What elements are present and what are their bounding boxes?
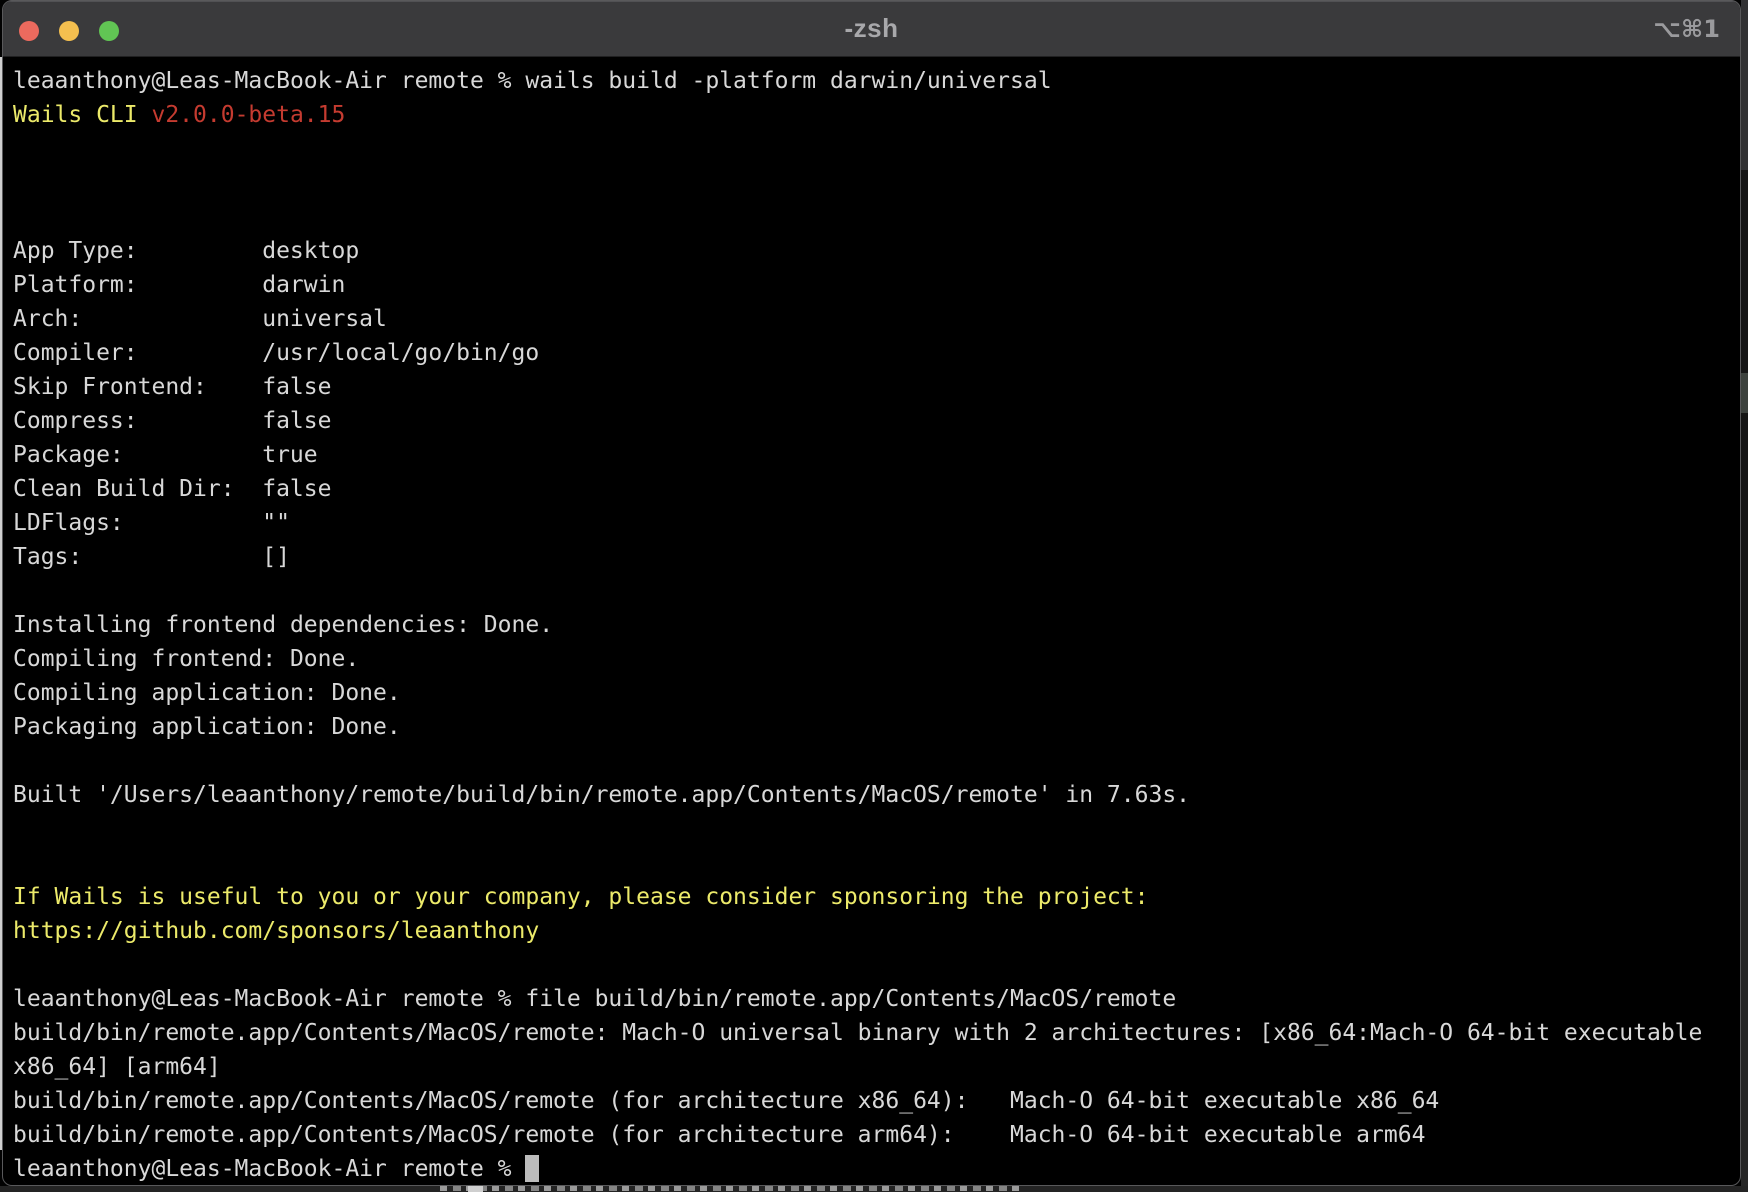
option-value: /usr/local/go/bin/go bbox=[262, 340, 539, 366]
blank-line bbox=[13, 744, 1730, 778]
sponsor-message-line: If Wails is useful to you or your compan… bbox=[13, 880, 1730, 914]
option-value: [] bbox=[262, 544, 290, 570]
option-label: Tags: bbox=[13, 540, 262, 574]
blank-line bbox=[13, 166, 1730, 200]
background-window-patch bbox=[1741, 770, 1748, 1192]
blank-line bbox=[13, 846, 1730, 880]
file-output-line: x86_64] [arm64] bbox=[13, 1050, 1730, 1084]
traffic-lights bbox=[19, 21, 119, 41]
status-line: Packaging application: Done. bbox=[13, 710, 1730, 744]
zoom-button[interactable] bbox=[99, 21, 119, 41]
option-value: "" bbox=[262, 510, 290, 536]
file-output-text: build/bin/remote.app/Contents/MacOS/remo… bbox=[13, 1088, 1439, 1114]
blank-line bbox=[13, 948, 1730, 982]
build-option-row: Clean Build Dir:false bbox=[13, 472, 1730, 506]
clipped-text-sliver bbox=[440, 1186, 1020, 1191]
build-option-row: Platform:darwin bbox=[13, 268, 1730, 302]
status-text: Installing frontend dependencies: Done. bbox=[13, 612, 553, 638]
status-line: Installing frontend dependencies: Done. bbox=[13, 608, 1730, 642]
prompt-text: leaanthony@Leas-MacBook-Air remote % bbox=[13, 1156, 525, 1182]
sponsor-url-line: https://github.com/sponsors/leaanthony bbox=[13, 914, 1730, 948]
option-value: false bbox=[262, 476, 331, 502]
option-label: Compiler: bbox=[13, 336, 262, 370]
command-text: leaanthony@Leas-MacBook-Air remote % wai… bbox=[13, 68, 1052, 94]
status-text: Compiling frontend: Done. bbox=[13, 646, 359, 672]
terminal-screen[interactable]: leaanthony@Leas-MacBook-Air remote % wai… bbox=[3, 58, 1740, 1185]
minimize-button[interactable] bbox=[59, 21, 79, 41]
blank-line bbox=[13, 132, 1730, 166]
file-output-text: x86_64] [arm64] bbox=[13, 1054, 221, 1080]
command-text: leaanthony@Leas-MacBook-Air remote % fil… bbox=[13, 986, 1176, 1012]
option-label: App Type: bbox=[13, 234, 262, 268]
terminal-cursor[interactable] bbox=[525, 1155, 539, 1182]
background-window-bottom-sliver bbox=[0, 1186, 1748, 1192]
option-value: true bbox=[262, 442, 317, 468]
wails-version-line: Wails CLI v2.0.0-beta.15 bbox=[13, 98, 1730, 132]
status-line: Compiling frontend: Done. bbox=[13, 642, 1730, 676]
background-window-right-sliver bbox=[1741, 0, 1748, 1192]
blank-line bbox=[13, 574, 1730, 608]
file-output-text: build/bin/remote.app/Contents/MacOS/remo… bbox=[13, 1122, 1425, 1148]
window-shortcut-badge: ⌥⌘1 bbox=[1653, 15, 1720, 43]
build-option-row: Arch:universal bbox=[13, 302, 1730, 336]
option-label: Platform: bbox=[13, 268, 262, 302]
option-label: Skip Frontend: bbox=[13, 370, 262, 404]
build-option-row: LDFlags:"" bbox=[13, 506, 1730, 540]
clipped-cursor-sliver bbox=[468, 1186, 483, 1192]
close-button[interactable] bbox=[19, 21, 39, 41]
file-output-line: build/bin/remote.app/Contents/MacOS/remo… bbox=[13, 1084, 1730, 1118]
blank-line bbox=[13, 200, 1730, 234]
build-option-row: Tags:[] bbox=[13, 540, 1730, 574]
wails-version: v2.0.0-beta.15 bbox=[151, 102, 345, 128]
blank-line bbox=[13, 812, 1730, 846]
status-text: Packaging application: Done. bbox=[13, 714, 401, 740]
prompt-command-line: leaanthony@Leas-MacBook-Air remote % fil… bbox=[13, 982, 1730, 1016]
option-value: false bbox=[262, 374, 331, 400]
build-option-row: Skip Frontend:false bbox=[13, 370, 1730, 404]
option-label: Package: bbox=[13, 438, 262, 472]
file-output-line: build/bin/remote.app/Contents/MacOS/remo… bbox=[13, 1016, 1730, 1050]
file-output-line: build/bin/remote.app/Contents/MacOS/remo… bbox=[13, 1118, 1730, 1152]
sponsor-url: https://github.com/sponsors/leaanthony bbox=[13, 918, 539, 944]
sponsor-message-text: If Wails is useful to you or your compan… bbox=[13, 884, 1148, 910]
background-window-patch bbox=[1741, 373, 1748, 413]
option-value: desktop bbox=[262, 238, 359, 264]
window-titlebar[interactable]: -zsh ⌥⌘1 bbox=[3, 1, 1740, 57]
active-prompt-line: leaanthony@Leas-MacBook-Air remote % bbox=[13, 1152, 1730, 1186]
built-result-text: Built '/Users/leaanthony/remote/build/bi… bbox=[13, 782, 1190, 808]
option-value: universal bbox=[262, 306, 387, 332]
option-value: darwin bbox=[262, 272, 345, 298]
build-option-row: Compiler:/usr/local/go/bin/go bbox=[13, 336, 1730, 370]
option-value: false bbox=[262, 408, 331, 434]
wails-cli-label: Wails CLI bbox=[13, 102, 151, 128]
built-result-line: Built '/Users/leaanthony/remote/build/bi… bbox=[13, 778, 1730, 812]
option-label: Clean Build Dir: bbox=[13, 472, 262, 506]
build-option-row: App Type:desktop bbox=[13, 234, 1730, 268]
status-line: Compiling application: Done. bbox=[13, 676, 1730, 710]
option-label: Arch: bbox=[13, 302, 262, 336]
file-output-text: build/bin/remote.app/Contents/MacOS/remo… bbox=[13, 1020, 1716, 1046]
build-option-row: Compress:false bbox=[13, 404, 1730, 438]
prompt-command-line: leaanthony@Leas-MacBook-Air remote % wai… bbox=[13, 64, 1730, 98]
option-label: LDFlags: bbox=[13, 506, 262, 540]
status-text: Compiling application: Done. bbox=[13, 680, 401, 706]
background-window-patch bbox=[1741, 0, 1748, 170]
build-option-row: Package:true bbox=[13, 438, 1730, 472]
window-title: -zsh bbox=[3, 13, 1740, 44]
option-label: Compress: bbox=[13, 404, 262, 438]
terminal-window: -zsh ⌥⌘1 leaanthony@Leas-MacBook-Air rem… bbox=[2, 0, 1741, 1186]
